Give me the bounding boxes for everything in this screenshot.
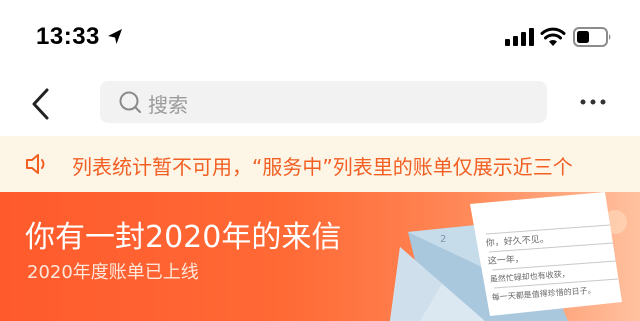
- battery-icon: [573, 27, 611, 47]
- search-input[interactable]: 搜索: [100, 81, 547, 123]
- search-placeholder: 搜索: [148, 93, 188, 117]
- more-options-button[interactable]: [579, 92, 607, 112]
- notice-bar[interactable]: 列表统计暂不可用，“服务中”列表里的账单仅展示近三个: [0, 136, 640, 192]
- cellular-signal-icon: [505, 28, 534, 46]
- navigation-bar: 搜索: [0, 72, 640, 136]
- notice-text: 列表统计暂不可用，“服务中”列表里的账单仅展示近三个: [72, 155, 573, 179]
- annual-bill-banner[interactable]: 你，好久不见。 这一年， 虽然忙碌却也有收获， 每一天都是值得珍惜的日子。 2 …: [0, 192, 640, 321]
- status-bar: 13:33: [0, 0, 640, 72]
- back-button[interactable]: [26, 86, 56, 122]
- speaker-icon: [26, 154, 45, 174]
- banner-title: 你有一封2020年的来信: [25, 220, 342, 255]
- search-icon: [119, 91, 141, 113]
- banner-subtitle: 2020年度账单已上线: [27, 262, 199, 283]
- envelope-number: 2: [440, 234, 446, 245]
- letter-envelope-illustration: 你，好久不见。 这一年， 虽然忙碌却也有收获， 每一天都是值得珍惜的日子。 2: [390, 192, 640, 321]
- wifi-icon: [540, 27, 566, 46]
- status-time: 13:33: [36, 23, 100, 50]
- location-arrow-icon: [108, 29, 122, 44]
